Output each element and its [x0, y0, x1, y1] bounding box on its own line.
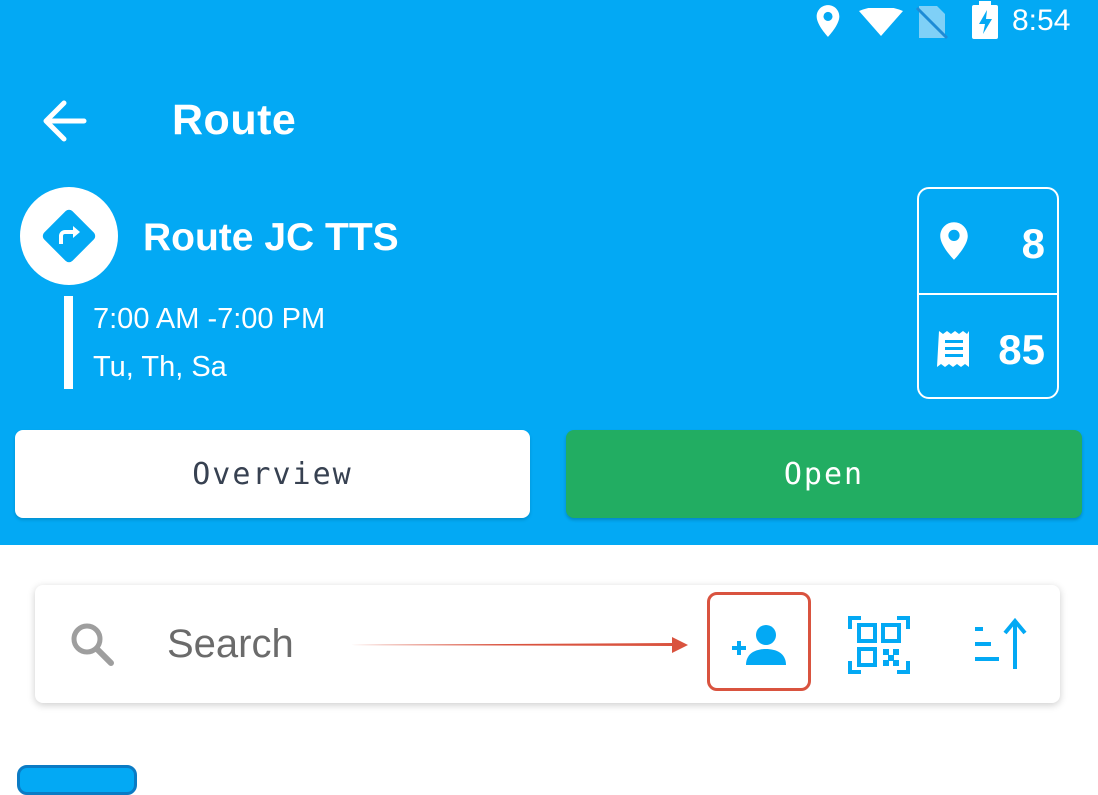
receipts-count: 85	[998, 326, 1045, 373]
search-icon	[69, 621, 115, 672]
battery-charging-icon	[970, 0, 1000, 45]
route-timeline-bar	[64, 296, 73, 389]
annotation-highlight-box	[707, 592, 811, 691]
status-bar: 8:54	[0, 0, 1098, 45]
directions-icon	[42, 209, 96, 263]
route-name: Route JC TTS	[143, 216, 399, 259]
list-item-tile[interactable]	[17, 765, 137, 795]
route-avatar	[20, 187, 118, 285]
status-time: 8:54	[1012, 4, 1071, 37]
location-pin-icon	[939, 221, 969, 266]
location-icon	[814, 4, 842, 43]
route-hours: 7:00 AM -7:00 PM	[93, 303, 326, 335]
back-arrow-icon[interactable]	[40, 98, 88, 144]
sort-icon[interactable]	[973, 617, 1029, 676]
wifi-icon	[858, 6, 904, 41]
stops-count: 8	[1021, 220, 1045, 267]
app-header: 8:54 Route Route JC TTS 7:00 AM -7:00 PM…	[0, 0, 1098, 545]
no-sim-icon	[915, 4, 949, 45]
route-stats-box: 8 85	[917, 187, 1059, 399]
page-title: Route	[172, 96, 297, 144]
receipt-icon	[937, 329, 971, 374]
overview-button[interactable]: Overview	[15, 430, 530, 518]
annotation-arrow	[350, 637, 688, 653]
route-days: Tu, Th, Sa	[93, 351, 227, 383]
qr-code-scan-icon[interactable]	[847, 615, 911, 680]
stats-divider	[919, 293, 1057, 295]
open-button[interactable]: Open	[566, 430, 1082, 518]
